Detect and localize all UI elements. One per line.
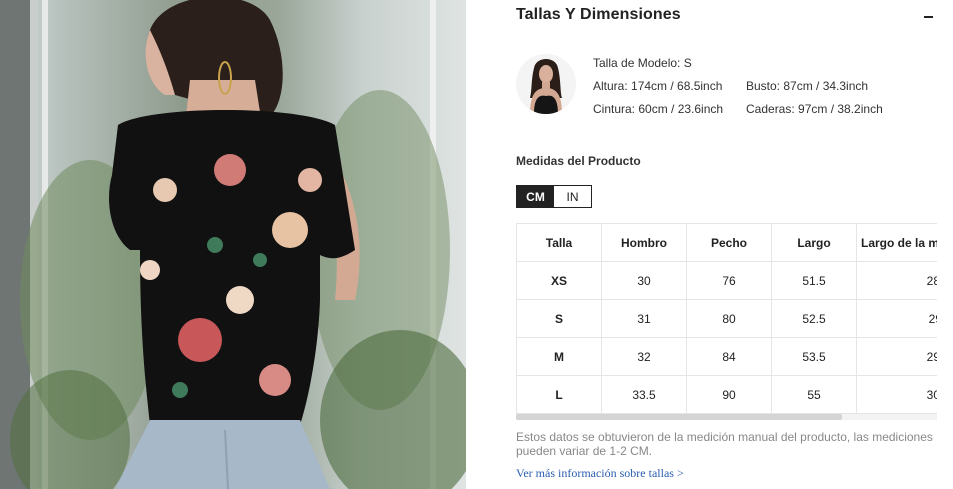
table-cell: 52.5 (771, 299, 857, 338)
table-row: S 31 80 52.5 29 (516, 299, 937, 338)
unit-toggle: CM IN (516, 185, 592, 208)
table-cell: 28.5 (856, 261, 937, 300)
table-cell: 32 (601, 337, 687, 376)
table-cell: 90 (686, 375, 772, 414)
model-info: Talla de Modelo: S Altura: 174cm / 68.5i… (593, 52, 933, 121)
size-panel: Tallas Y Dimensiones Talla de Modelo: S … (516, 0, 953, 489)
product-photo[interactable] (0, 0, 466, 489)
table-cell: 30 (601, 261, 687, 300)
table-header: Pecho (686, 223, 772, 262)
minus-icon[interactable] (922, 7, 936, 25)
table-cell: 29.5 (856, 337, 937, 376)
unit-cm-button[interactable]: CM (517, 186, 554, 207)
table-cell: 55 (771, 375, 857, 414)
table-scrollbar-track[interactable] (516, 414, 937, 420)
model-size-label: Talla de Modelo: S (593, 56, 692, 70)
table-cell-size: L (516, 375, 602, 414)
unit-in-button[interactable]: IN (554, 186, 591, 207)
table-header: Largo de la m (856, 223, 937, 262)
table-cell-size: S (516, 299, 602, 338)
model-avatar (516, 54, 576, 114)
table-row: L 33.5 90 55 30.1 (516, 375, 937, 414)
measurement-disclaimer: Estos datos se obtuvieron de la medición… (516, 430, 933, 458)
measurements-title: Medidas del Producto (516, 154, 641, 168)
more-size-info-link[interactable]: Ver más información sobre tallas > (516, 466, 684, 481)
size-table: Talla Hombro Pecho Largo Largo de la m X… (516, 223, 937, 414)
product-photo-illustration (0, 0, 466, 489)
table-cell: 33.5 (601, 375, 687, 414)
table-cell: 53.5 (771, 337, 857, 376)
table-cell: 51.5 (771, 261, 857, 300)
model-waist: Cintura: 60cm / 23.6inch (593, 102, 724, 116)
size-table-container: Talla Hombro Pecho Largo Largo de la m X… (516, 223, 937, 414)
table-header: Largo (771, 223, 857, 262)
table-cell: 76 (686, 261, 772, 300)
table-cell: 30.1 (856, 375, 937, 414)
table-row: M 32 84 53.5 29.5 (516, 337, 937, 376)
model-bust: Busto: 87cm / 34.3inch (746, 79, 869, 93)
model-avatar-image (516, 54, 576, 114)
model-hips: Caderas: 97cm / 38.2inch (746, 102, 883, 116)
table-cell: 29 (856, 299, 937, 338)
model-height: Altura: 174cm / 68.5inch (593, 79, 723, 93)
table-cell: 31 (601, 299, 687, 338)
table-row: XS 30 76 51.5 28.5 (516, 261, 937, 300)
table-scrollbar-thumb[interactable] (516, 414, 842, 420)
table-cell: 84 (686, 337, 772, 376)
table-header: Talla (516, 223, 602, 262)
table-cell-size: XS (516, 261, 602, 300)
table-header: Hombro (601, 223, 687, 262)
table-cell-size: M (516, 337, 602, 376)
size-section-header[interactable]: Tallas Y Dimensiones (516, 6, 936, 28)
section-title: Tallas Y Dimensiones (516, 6, 681, 23)
table-cell: 80 (686, 299, 772, 338)
table-header-row: Talla Hombro Pecho Largo Largo de la m (516, 223, 937, 262)
